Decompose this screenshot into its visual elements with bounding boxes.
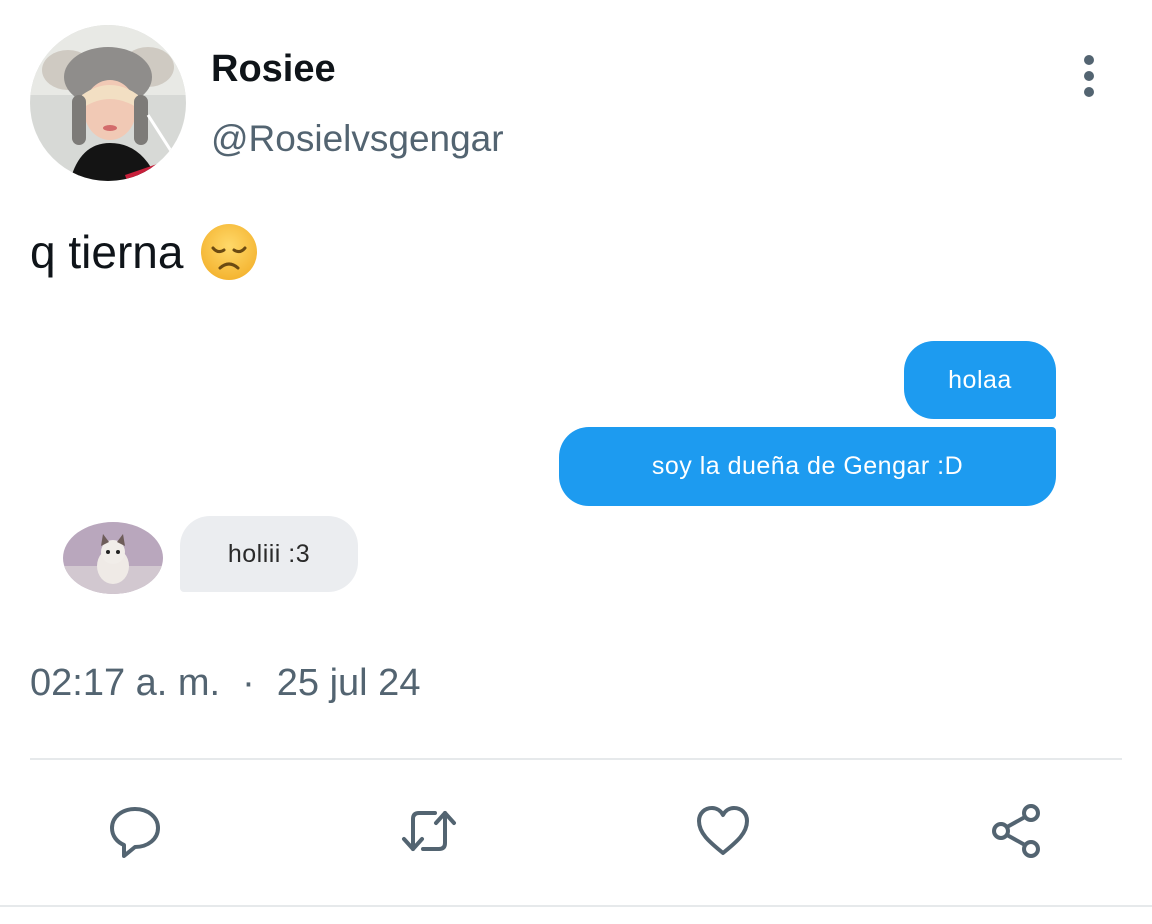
tweet-time: 02:17 a. m. — [30, 662, 221, 704]
chat-bubble-incoming: holiii :3 — [180, 516, 358, 592]
tweet-detail: Rosiee @Rosielvsgengar q tierna holaa so… — [0, 0, 1152, 924]
author-avatar[interactable] — [30, 25, 186, 181]
retweet-icon — [402, 811, 456, 851]
divider — [30, 758, 1122, 760]
reply-icon — [110, 807, 160, 858]
chat-bubble-outgoing: soy la dueña de Gengar :D — [559, 427, 1056, 506]
chat-contact-avatar — [63, 522, 163, 594]
tweet-timestamp: 02:17 a. m. · 25 jul 24 — [30, 662, 420, 705]
more-options-icon[interactable] — [1070, 52, 1108, 100]
tweet-text: q tierna — [30, 222, 259, 282]
disappointed-face-icon — [201, 224, 258, 280]
author-handle[interactable]: @Rosielvsgengar — [211, 118, 504, 160]
share-button[interactable] — [984, 798, 1050, 864]
like-button[interactable] — [690, 798, 756, 864]
chat-bubble-outgoing: holaa — [904, 341, 1056, 419]
divider — [0, 905, 1152, 907]
share-icon — [992, 804, 1040, 858]
retweet-button[interactable] — [396, 798, 462, 864]
author-name[interactable]: Rosiee — [211, 48, 336, 91]
reply-button[interactable] — [102, 798, 168, 864]
meta-separator: · — [242, 662, 255, 704]
heart-icon — [697, 806, 749, 855]
tweet-body: q tierna — [30, 226, 184, 278]
tweet-date: 25 jul 24 — [276, 662, 421, 704]
